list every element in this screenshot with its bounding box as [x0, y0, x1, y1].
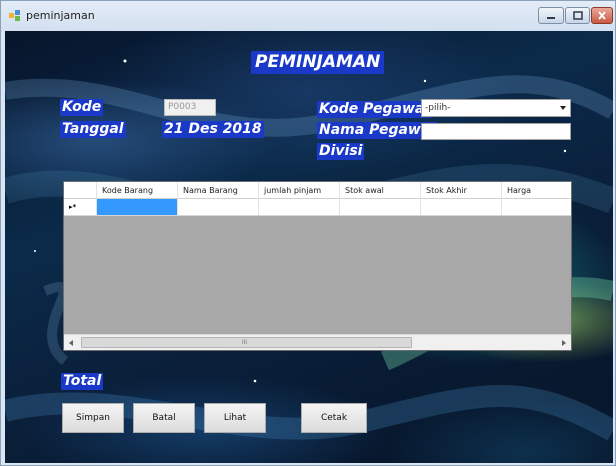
scroll-right-icon[interactable]	[562, 340, 566, 346]
horizontal-scrollbar[interactable]: III	[64, 334, 571, 350]
chevron-down-icon[interactable]	[560, 106, 566, 110]
close-icon	[598, 11, 606, 20]
cell-harga[interactable]	[502, 199, 571, 215]
row-header-corner	[64, 182, 97, 199]
close-button[interactable]	[591, 7, 613, 24]
title-bar[interactable]: peminjaman	[1, 1, 615, 31]
app-window: peminjaman PEMINJAMAN Kode P0003 Tanggal…	[0, 0, 616, 466]
kode-field: P0003	[164, 99, 216, 116]
column-header-nama-barang[interactable]: Nama Barang	[178, 182, 259, 199]
kode-label: Kode	[60, 99, 104, 116]
scrollbar-thumb[interactable]: III	[81, 337, 412, 348]
kode-pegawai-dropdown[interactable]: -pilih-	[421, 99, 571, 117]
column-header-stok-awal[interactable]: Stok awal	[340, 182, 421, 199]
form-icon	[9, 10, 21, 22]
cell-nama-barang[interactable]	[178, 199, 259, 215]
maximize-icon	[572, 11, 583, 20]
minimize-button[interactable]	[538, 7, 564, 24]
nama-pegawai-field[interactable]	[421, 123, 571, 140]
maximize-button[interactable]	[565, 7, 590, 24]
grid-new-row[interactable]: ▸*	[64, 199, 571, 216]
column-header-stok-akhir[interactable]: Stok Akhir	[421, 182, 502, 199]
cetak-button[interactable]: Cetak	[301, 403, 367, 433]
column-header-kode-barang[interactable]: Kode Barang	[97, 182, 178, 199]
window-title: peminjaman	[26, 9, 95, 22]
detail-data-grid[interactable]: Kode Barang Nama Barang jumlah pinjam St…	[63, 181, 572, 351]
scroll-left-icon[interactable]	[69, 340, 73, 346]
cell-stok-awal[interactable]	[340, 199, 421, 215]
column-header-jumlah-pinjam[interactable]: jumlah pinjam	[259, 182, 340, 199]
kode-pegawai-label: Kode Pegawai	[317, 101, 432, 118]
cell-stok-akhir[interactable]	[421, 199, 502, 215]
cell-kode-barang[interactable]	[97, 199, 178, 215]
kode-pegawai-selected: -pilih-	[425, 103, 451, 113]
nama-pegawai-label: Nama Pegawai	[317, 122, 438, 139]
simpan-button[interactable]: Simpan	[62, 403, 124, 433]
page-title: PEMINJAMAN	[251, 51, 385, 74]
batal-button[interactable]: Batal	[133, 403, 195, 433]
grid-header-row: Kode Barang Nama Barang jumlah pinjam St…	[64, 182, 571, 199]
column-header-harga[interactable]: Harga	[502, 182, 571, 199]
lihat-button[interactable]: Lihat	[204, 403, 266, 433]
new-row-indicator-icon: ▸*	[69, 203, 77, 211]
minimize-icon	[547, 17, 555, 19]
divisi-label: Divisi	[317, 143, 365, 160]
cell-jumlah-pinjam[interactable]	[259, 199, 340, 215]
tanggal-value: 21 Des 2018	[162, 121, 264, 138]
scroll-grip-icon: III	[242, 340, 248, 346]
tanggal-label: Tanggal	[60, 121, 126, 138]
total-label: Total	[61, 373, 104, 390]
row-header[interactable]: ▸*	[64, 199, 97, 215]
form-client-area: PEMINJAMAN Kode P0003 Tanggal 21 Des 201…	[5, 31, 613, 463]
